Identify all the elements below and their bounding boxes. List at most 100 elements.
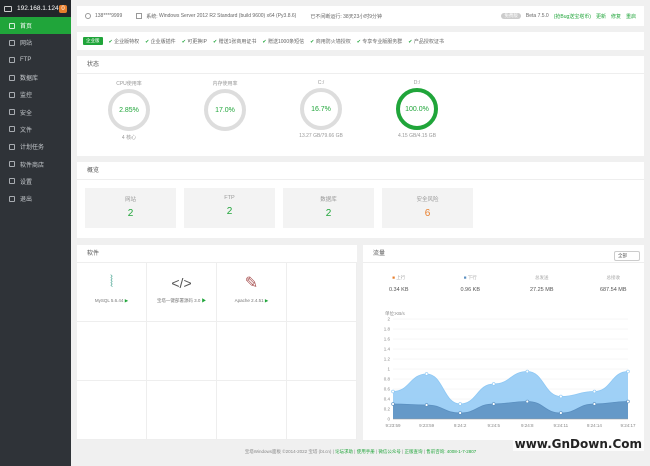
feather-icon: ✎ (244, 275, 259, 292)
flow-panel: 流量 全部 ■ 上行 0.34 KB ■ 下行 0.96 KB 总发送 27.25 MB 总… (363, 245, 644, 440)
bug-link[interactable]: (抢Bug送宝塔币) (554, 13, 591, 20)
flow-stat-label-text: 总接收 (606, 275, 621, 280)
sidebar-item[interactable]: 计划任务 (0, 138, 71, 155)
vip-badge[interactable]: 免费版 (501, 13, 521, 19)
notification-badge[interactable]: 0 (59, 4, 67, 13)
y-tick-label: 0.6 (384, 387, 391, 392)
footer-link[interactable]: 论坛求助 (335, 449, 353, 454)
y-tick-label: 0 (387, 417, 390, 422)
software-cell[interactable] (77, 381, 147, 440)
watermark: www.GnDown.Com (512, 437, 644, 451)
auth-item-label: 赠送1000条短信 (266, 38, 305, 45)
software-cell[interactable] (147, 322, 217, 381)
user-icon (85, 13, 91, 19)
overview-card-value: 6 (424, 208, 431, 219)
software-cell[interactable]: </> 宝塔一键部署源码 3.0 ▶ (147, 263, 217, 322)
auth-item-label: 产品授权证书 (412, 38, 444, 45)
gauge[interactable]: 内存使用率 17.0% (195, 80, 255, 134)
y-tick-label: 2 (387, 317, 390, 322)
repair-button[interactable]: 修复 (611, 13, 621, 20)
flow-stat-label: 总接收 (578, 275, 650, 281)
flow-stat-label: ■ 上行 (363, 275, 435, 281)
sidebar-item[interactable]: 首页 (0, 17, 71, 35)
sidebar-item[interactable]: 文件 (0, 121, 71, 138)
auth-item: ✔ 企业版插件 (145, 38, 176, 45)
monitor-icon (4, 5, 12, 12)
software-cell[interactable] (287, 263, 357, 322)
sidebar-item-label: 设置 (20, 179, 33, 186)
flow-stat: 总接收 687.54 MB (578, 275, 650, 293)
sidebar-item-label: 安全 (20, 110, 33, 117)
gauge[interactable]: C:/ 16.7% 13.27 GB/79.66 GB (291, 80, 351, 139)
nav-icon (9, 161, 15, 168)
nav-icon (9, 126, 15, 133)
y-tick-label: 1.8 (384, 327, 391, 332)
sidebar-item[interactable]: 数据库 (0, 69, 71, 86)
software-cell[interactable] (147, 381, 217, 440)
flow-stat: ■ 上行 0.34 KB (363, 275, 435, 293)
software-title: 软件 (77, 245, 357, 263)
data-point (626, 369, 630, 374)
overview-card[interactable]: 安全风险 6 (382, 188, 473, 228)
play-icon[interactable]: ▶ (125, 298, 128, 303)
sidebar-item-label: 首页 (20, 24, 33, 31)
system-info: Windows Server 2012 R2 Standard (build 9… (159, 13, 297, 19)
nav-icon (9, 91, 15, 98)
update-button[interactable]: 更新 (596, 13, 606, 20)
sidebar-item-label: 监控 (20, 93, 33, 100)
sidebar-item[interactable]: 监控 (0, 86, 71, 103)
gauge-label: C:/ (317, 80, 325, 86)
software-cell[interactable] (287, 322, 357, 381)
auth-item-label: 赠送1张商用证书 (217, 38, 257, 45)
software-cell[interactable] (287, 381, 357, 440)
x-tick-label: 9:23:59 (419, 423, 435, 428)
data-point (458, 402, 462, 406)
overview-card-label: 数据库 (320, 197, 337, 203)
sidebar-item-label: 计划任务 (20, 145, 45, 152)
flow-select[interactable]: 全部 (614, 251, 640, 261)
x-tick-label: 9:24:5 (487, 423, 500, 428)
version: Beta 7.5.0 (525, 13, 549, 19)
y-tick-label: 1.4 (384, 347, 391, 352)
footer-link[interactable]: 微信公众号 (378, 449, 401, 454)
sidebar-item[interactable]: 安全 (0, 103, 71, 120)
gauge-sub: 4 核心 (121, 135, 137, 141)
sidebar-item-label: FTP (20, 57, 32, 64)
footer-link[interactable]: 正版查询 (405, 449, 423, 454)
data-point (492, 402, 496, 406)
software-cell[interactable] (77, 322, 147, 381)
y-tick-label: 0.2 (384, 407, 391, 412)
sidebar-item[interactable]: 退出 (0, 190, 71, 207)
sidebar-item[interactable]: 网站 (0, 34, 71, 51)
gauge-value: 100.0% (405, 105, 429, 113)
main-area: 138****9999 系统: Windows Server 2012 R2 S… (71, 0, 650, 466)
software-cell[interactable]: ✎ Apache 2.4.51 ▶ (217, 263, 287, 322)
y-tick-label: 0.8 (384, 377, 391, 382)
footer-link[interactable]: 售前咨询: 4008-1-7-2807 (426, 449, 476, 454)
sidebar: 192.168.1.124 0 首页 网站 FTP 数据库 监控 安全 文件 计划任务 软件商店… (0, 0, 71, 466)
play-icon[interactable]: ▶ (202, 298, 207, 303)
sidebar-item[interactable]: 设置 (0, 173, 71, 190)
overview-card[interactable]: 网站 2 (85, 188, 176, 228)
sidebar-item[interactable]: 软件商店 (0, 155, 71, 172)
sidebar-item[interactable]: FTP (0, 52, 71, 69)
code-icon: </> (171, 275, 192, 291)
software-cell[interactable]: ⦚ MySQL 5.6.44 ▶ (77, 263, 147, 322)
play-icon[interactable]: ▶ (265, 298, 268, 303)
gauge-label: CPU使用率 (116, 81, 142, 87)
auth-item: ✔ 可更换IP (182, 38, 207, 45)
gauge[interactable]: CPU使用率 2.85% 4 核心 (99, 80, 159, 141)
uptime: 已不间断运行: 38天23小时9分钟 (310, 13, 383, 20)
restart-button[interactable]: 重启 (626, 13, 636, 20)
flow-stat: ■ 下行 0.96 KB (435, 275, 507, 293)
overview-card[interactable]: 数据库 2 (283, 188, 374, 228)
data-point (525, 369, 529, 374)
software-cell[interactable] (217, 322, 287, 381)
footer-link[interactable]: 使用手册 (357, 449, 375, 454)
nav-icon (9, 22, 15, 29)
software-cell[interactable] (217, 381, 287, 440)
flow-stat-label-text: 下行 (467, 275, 477, 280)
overview-card[interactable]: FTP 2 (184, 188, 275, 228)
gauge[interactable]: D:/ 100.0% 4.15 GB/4.15 GB (387, 80, 447, 139)
user-account[interactable]: 138****9999 (95, 13, 122, 19)
